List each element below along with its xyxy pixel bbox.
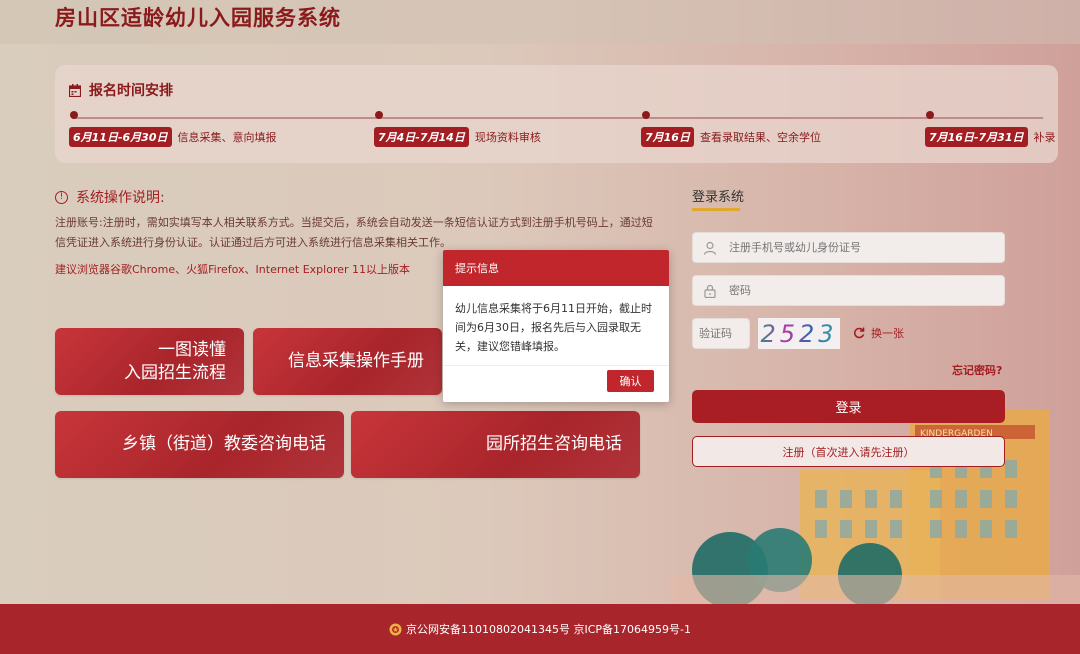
username-input[interactable] [729, 241, 979, 254]
refresh-label: 换一张 [871, 327, 904, 340]
timeline-text: 补录 [1033, 131, 1056, 144]
info-icon: ! [55, 190, 68, 204]
confirm-button[interactable]: 确认 [607, 370, 654, 392]
captcha-input[interactable] [699, 327, 749, 340]
user-icon [703, 241, 717, 255]
timeline-dot [70, 111, 78, 119]
timeline-line [73, 117, 1043, 119]
timeline-date: 7月16日 [641, 127, 694, 147]
login-button[interactable]: 登录 [692, 390, 1005, 423]
instructions-title: ! 系统操作说明: [55, 187, 165, 207]
tile-label: 乡镇（街道）教委咨询电话 [122, 434, 326, 454]
password-input[interactable] [729, 284, 979, 297]
tile-label: 园所招生咨询电话 [486, 434, 622, 454]
password-field[interactable] [692, 275, 1005, 306]
site-title: 房山区适龄幼儿入园服务系统 [55, 6, 341, 30]
timeline-text: 现场资料审核 [474, 131, 541, 144]
tile-line: 一图读懂 [158, 339, 226, 360]
footer-text: 京公网安备11010802041345号 京ICP备17064959号-1 [406, 623, 691, 636]
schedule-card: 报名时间安排 6月11日-6月30日 信息采集、意向填报 7月4日-7月14日 … [55, 65, 1058, 163]
calendar-icon [69, 83, 81, 97]
browser-note: 建议浏览器谷歌Chrome、火狐Firefox、Internet Explore… [55, 263, 411, 276]
timeline-dot [642, 111, 650, 119]
dialog-body: 幼儿信息采集将于6月11日开始，截止时间为6月30日，报名先后与入园录取无关，建… [443, 286, 669, 366]
refresh-icon [853, 327, 865, 339]
register-button[interactable]: 注册（首次进入请先注册） [692, 436, 1005, 467]
lock-icon [704, 284, 716, 298]
footer: 京公网安备11010802041345号 京ICP备17064959号-1 [0, 604, 1080, 654]
manual-button[interactable]: 信息采集操作手册 [253, 328, 442, 395]
instructions-title-text: 系统操作说明: [76, 190, 165, 206]
timeline-dot [375, 111, 383, 119]
tile-label: 信息采集操作手册 [288, 351, 424, 371]
notice-dialog: 提示信息 幼儿信息采集将于6月11日开始，截止时间为6月30日，报名先后与入园录… [443, 250, 669, 402]
username-field[interactable] [692, 232, 1005, 263]
captcha-text: 2523 [760, 319, 838, 348]
instructions-body: 注册账号:注册时，需如实填写本人相关联系方式。当提交后，系统会自动发送一条短信认… [55, 216, 653, 249]
kindergarten-phone-button[interactable]: 园所招生咨询电话 [351, 411, 640, 478]
captcha-image[interactable]: 2523 [758, 318, 840, 349]
timeline-date: 7月4日-7月14日 [374, 127, 469, 147]
login-title-underline [692, 208, 740, 211]
schedule-title: 报名时间安排 [69, 80, 173, 100]
captcha-field[interactable] [692, 318, 750, 349]
tile-line: 入园招生流程 [124, 362, 226, 383]
enrollment-flow-button[interactable]: 一图读懂 入园招生流程 [55, 328, 244, 395]
timeline-dot [926, 111, 934, 119]
schedule-title-text: 报名时间安排 [89, 83, 173, 99]
timeline-date: 7月16日-7月31日 [925, 127, 1028, 147]
town-phone-button[interactable]: 乡镇（街道）教委咨询电话 [55, 411, 344, 478]
login-title: 登录系统 [692, 190, 745, 205]
timeline-text: 查看录取结果、空余学位 [699, 131, 821, 144]
timeline-date: 6月11日-6月30日 [69, 127, 172, 147]
forgot-password-link[interactable]: 忘记密码? [952, 362, 1002, 378]
dialog-title: 提示信息 [443, 250, 669, 286]
header: 房山区适龄幼儿入园服务系统 [0, 0, 1080, 44]
refresh-captcha-button[interactable]: 换一张 [853, 325, 904, 341]
timeline-text: 信息采集、意向填报 [177, 131, 277, 144]
police-badge-icon [389, 623, 402, 635]
